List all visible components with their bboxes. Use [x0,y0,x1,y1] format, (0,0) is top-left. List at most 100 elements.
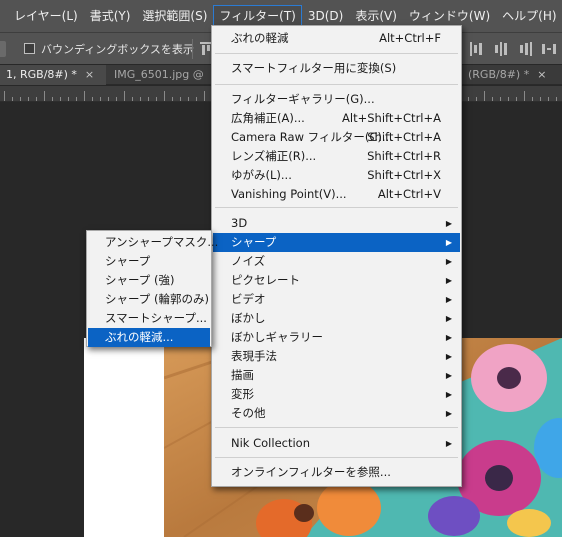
close-icon[interactable]: × [537,68,546,81]
menu-item-label: 表現手法 [231,349,277,363]
filter-menu-adaptive-wide-angle-item[interactable]: 広角補正(A)... Alt+Shift+Ctrl+A [213,109,460,128]
submenu-arrow-icon: ▶ [445,371,452,380]
ruler-tick [492,97,493,101]
menu-window[interactable]: ウィンドウ(W) [403,5,496,27]
menu-select[interactable]: 選択範囲(S) [136,5,213,27]
ruler-tick [12,97,13,101]
sharpen-menu-sharpen-item[interactable]: シャープ [88,252,210,271]
sharpen-menu-smart-sharpen-item[interactable]: スマートシャープ... [88,309,210,328]
filter-menu-blur-item[interactable]: ぼかし ▶ [213,309,460,328]
ruler-tick [4,91,5,101]
ruler-tick [508,97,509,101]
ruler-tick [172,97,173,101]
filter-menu-blur-gallery-item[interactable]: ぼかしギャラリー ▶ [213,328,460,347]
ruler-tick [108,97,109,101]
submenu-arrow-icon: ▶ [445,295,452,304]
filter-menu-nik-collection-item[interactable]: Nik Collection ▶ [213,434,460,453]
filter-menu-browse-filters-online-item[interactable]: オンラインフィルターを参照... [213,463,460,482]
document-tab-3-label: (RGB/8#) * [468,68,530,81]
menu-item-label: 広角補正(A)... [231,111,305,125]
ruler-tick [84,91,85,101]
show-bounding-box-checkbox[interactable] [24,43,35,54]
close-icon[interactable]: × [85,68,94,81]
ruler-tick [60,97,61,101]
document-tab-3[interactable]: (RGB/8#) * × [462,65,562,85]
ruler-tick [524,91,525,101]
sharpen-submenu: アンシャープマスク... シャープ シャープ (強) シャープ (輪郭のみ) スマートシ… [86,230,218,347]
menu-item-label: Nik Collection [231,436,310,450]
sharpen-menu-sharpen-edges-item[interactable]: シャープ (輪郭のみ) [88,290,210,309]
submenu-arrow-icon: ▶ [445,257,452,266]
distribute-horizontal-center-icon[interactable] [494,42,508,56]
ruler-tick [92,97,93,101]
filter-menu-sharpen-item[interactable]: シャープ ▶ [213,233,460,252]
options-collapse-icon[interactable] [0,41,6,57]
filter-menu-distort-item[interactable]: 変形 ▶ [213,385,460,404]
menu-item-label: フィルターギャラリー(G)... [231,92,375,106]
ruler-tick [124,91,125,101]
ruler-tick [540,97,541,101]
menu-item-shortcut: Shift+Ctrl+A [367,130,441,144]
filter-menu-lens-correction-item[interactable]: レンズ補正(R)... Shift+Ctrl+R [213,147,460,166]
menu-3d[interactable]: 3D(D) [302,5,349,27]
ruler-tick [164,91,165,101]
ruler-tick [196,97,197,101]
filter-menu-convert-smart-filter-item[interactable]: スマートフィルター用に変換(S) [213,59,460,78]
submenu-arrow-icon: ▶ [445,314,452,323]
submenu-arrow-icon: ▶ [445,390,452,399]
menu-item-label: シャープ [231,235,277,249]
menu-item-label: スマートフィルター用に変換(S) [231,61,397,75]
menu-item-label: Vanishing Point(V)... [231,187,347,201]
ruler-tick [156,97,157,101]
menu-filter[interactable]: フィルター(T) [213,5,302,27]
filter-menu-pixelate-item[interactable]: ピクセレート ▶ [213,271,460,290]
ruler-tick [484,91,485,101]
filter-menu-camera-raw-filter-item[interactable]: Camera Raw フィルター(C)... Shift+Ctrl+A [213,128,460,147]
menu-separator [215,84,458,85]
menu-help[interactable]: ヘルプ(H) [496,5,562,27]
menu-item-shortcut: Alt+Ctrl+F [379,31,441,45]
show-bounding-box-label[interactable]: バウンディングボックスを表示 [41,41,194,57]
menu-layer[interactable]: レイヤー(L) [8,5,84,27]
ruler-tick [76,97,77,101]
filter-menu-vanishing-point-item[interactable]: Vanishing Point(V)... Alt+Ctrl+V [213,185,460,204]
filter-menu-3d-item[interactable]: 3D ▶ [213,214,460,233]
menu-type[interactable]: 書式(Y) [84,5,137,27]
filter-menu-stylize-item[interactable]: 表現手法 ▶ [213,347,460,366]
ruler-tick [68,97,69,101]
document-canvas[interactable] [84,338,164,537]
sharpen-menu-sharpen-more-item[interactable]: シャープ (強) [88,271,210,290]
menu-item-shortcut: Alt+Shift+Ctrl+A [342,111,441,125]
sharpen-menu-unsharp-mask-item[interactable]: アンシャープマスク... [88,233,218,252]
distribute-right-icon[interactable] [518,42,532,56]
filter-menu-liquify-item[interactable]: ゆがみ(L)... Shift+Ctrl+X [213,166,460,185]
menu-item-label: シャープ (輪郭のみ) [105,292,209,306]
menu-item-label: ぶれの軽減... [105,330,174,344]
menu-item-label: 3D [231,216,248,230]
document-tab-2[interactable]: IMG_6501.jpg @ [108,65,212,85]
filter-menu-filter-gallery-item[interactable]: フィルターギャラリー(G)... [213,90,460,109]
submenu-arrow-icon: ▶ [445,333,452,342]
document-tab-1[interactable]: 1, RGB/8#) * × [0,65,106,85]
filter-menu-other-item[interactable]: その他 ▶ [213,404,460,423]
filter-menu-render-item[interactable]: 描画 ▶ [213,366,460,385]
menu-item-label: その他 [231,406,266,420]
menu-item-shortcut: Shift+Ctrl+X [367,168,441,182]
sharpen-menu-shake-reduction-item[interactable]: ぶれの軽減... [88,328,210,347]
options-divider [192,39,193,59]
submenu-arrow-icon: ▶ [445,352,452,361]
distribute-spacing-icon[interactable] [542,42,556,56]
filter-menu-noise-item[interactable]: ノイズ ▶ [213,252,460,271]
menu-view[interactable]: 表示(V) [349,5,403,27]
menu-separator [215,207,458,208]
ruler-tick [36,97,37,101]
filter-menu: ぶれの軽減 Alt+Ctrl+F スマートフィルター用に変換(S) フィルターギャラリ… [211,25,462,487]
ruler-tick [556,97,557,101]
document-tab-2-label: IMG_6501.jpg @ [114,68,204,81]
distribute-left-icon[interactable] [470,42,484,56]
menu-item-label: ノイズ [231,254,266,268]
filter-menu-reduce-shake-item[interactable]: ぶれの軽減 Alt+Ctrl+F [213,29,460,48]
filter-menu-video-item[interactable]: ビデオ ▶ [213,290,460,309]
ruler-tick [516,97,517,101]
ruler-tick [116,97,117,101]
